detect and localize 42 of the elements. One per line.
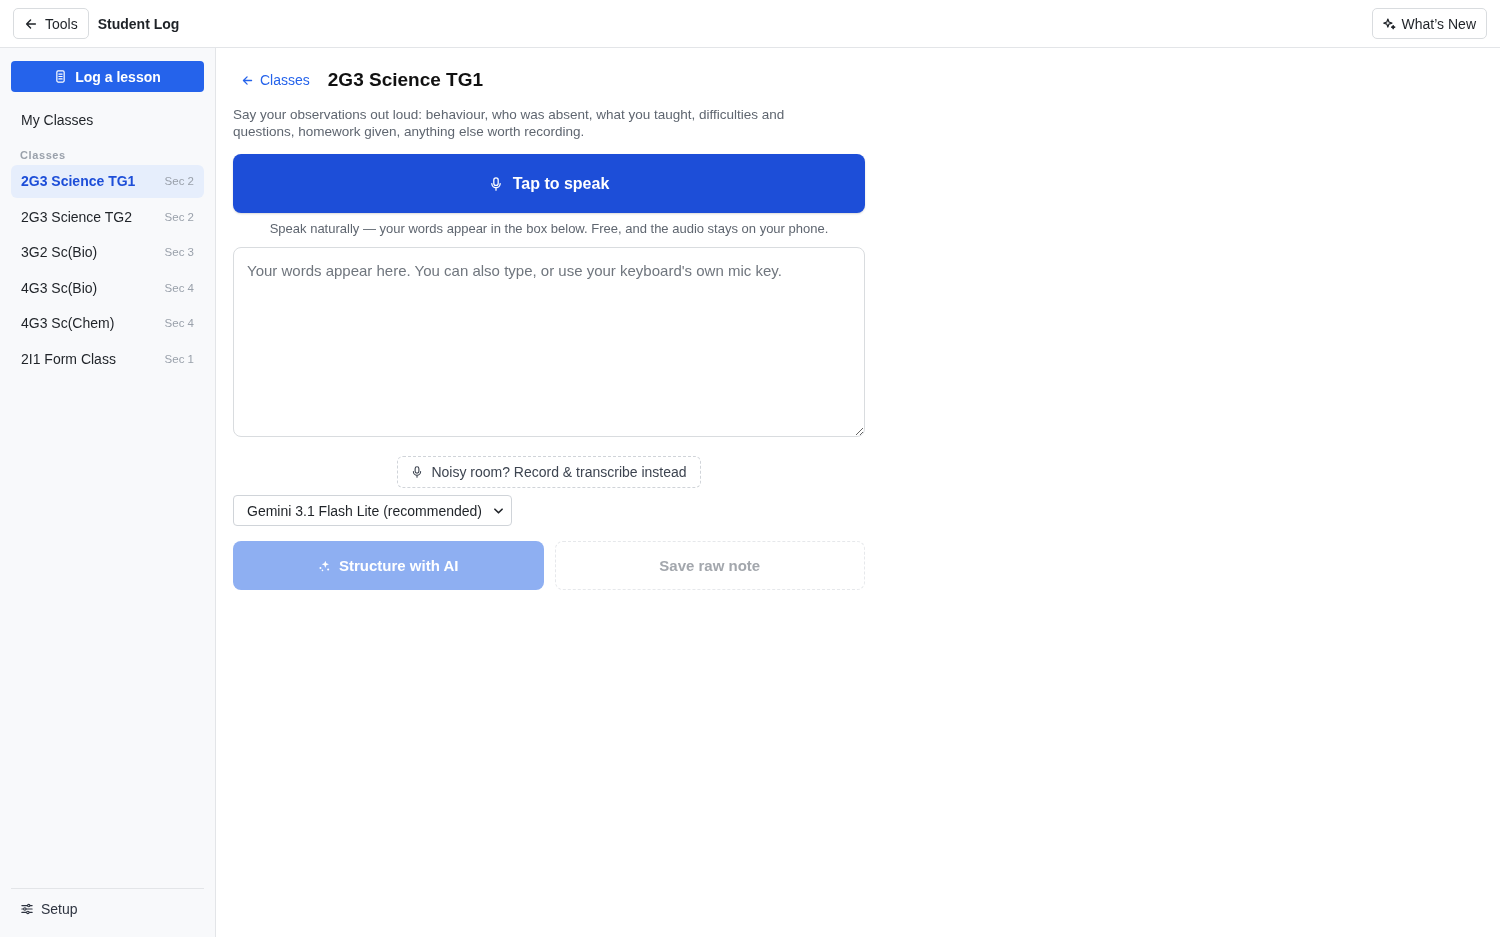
section-label: Classes	[20, 149, 67, 161]
document-icon	[54, 70, 68, 83]
class-name: 2G3 Science TG2	[21, 208, 133, 225]
class-item[interactable]: 2G3 Science TG1 Sec 2	[11, 165, 204, 198]
class-level: Sec 2	[164, 175, 194, 188]
class-item[interactable]: 3G2 Sc(Bio) Sec 3	[11, 236, 204, 269]
class-name: 2I1 Form Class	[21, 350, 116, 367]
app-title: Student Log	[97, 15, 180, 32]
microphone-icon	[411, 466, 424, 478]
arrow-left-icon	[241, 73, 254, 87]
instructions-text: Say your observations out loud: behaviour, who was absent, what you taught, difficulties and questions, homework given, anything else worth recording.	[233, 106, 786, 140]
class-level: Sec 4	[164, 317, 194, 330]
classes-back-link[interactable]: Classes	[241, 72, 310, 88]
sliders-icon	[21, 903, 33, 915]
class-level: Sec 4	[164, 281, 194, 294]
tap-to-speak-button[interactable]: Tap to speak	[233, 154, 865, 213]
class-item[interactable]: 4G3 Sc(Chem) Sec 4	[11, 307, 204, 340]
microphone-icon	[488, 176, 503, 191]
class-item[interactable]: 4G3 Sc(Bio) Sec 4	[11, 271, 204, 304]
log-lesson-button[interactable]: Log a lesson	[11, 61, 204, 92]
setup-link[interactable]: Setup	[21, 901, 194, 917]
chevron-down-icon	[494, 507, 503, 514]
tools-back-button[interactable]: Tools	[13, 8, 89, 39]
whats-new-button[interactable]: What’s New	[1371, 8, 1487, 39]
class-level: Sec 3	[164, 246, 194, 259]
class-level: Sec 1	[164, 352, 194, 365]
record-transcribe-button[interactable]: Noisy room? Record & transcribe instead	[397, 456, 701, 488]
class-name: 2G3 Science TG1	[21, 173, 136, 190]
model-select[interactable]: Gemini 3.1 Flash Lite (recommended)	[233, 495, 512, 526]
class-name: 4G3 Sc(Chem)	[21, 315, 115, 332]
nav-item[interactable]: My Classes	[11, 104, 204, 136]
arrow-left-icon	[24, 16, 38, 31]
transcript-field[interactable]: Your words appear here. You can also type, or use your keyboard's own mic key.	[233, 247, 865, 437]
class-name: 3G2 Sc(Bio)	[21, 244, 98, 261]
sparkle-icon	[1382, 17, 1396, 30]
class-item[interactable]: 2G3 Science TG2 Sec 2	[11, 200, 204, 233]
speak-hint-text: Speak naturally — your words appear in the box below. Free, and the audio stays on your phone.	[268, 221, 830, 237]
class-item[interactable]: 2I1 Form Class Sec 1	[11, 342, 204, 375]
page-title: 2G3 Science TG1	[327, 69, 484, 91]
class-name: 4G3 Sc(Bio)	[21, 279, 98, 296]
sparkles-icon	[318, 559, 331, 572]
class-level: Sec 2	[164, 210, 194, 223]
